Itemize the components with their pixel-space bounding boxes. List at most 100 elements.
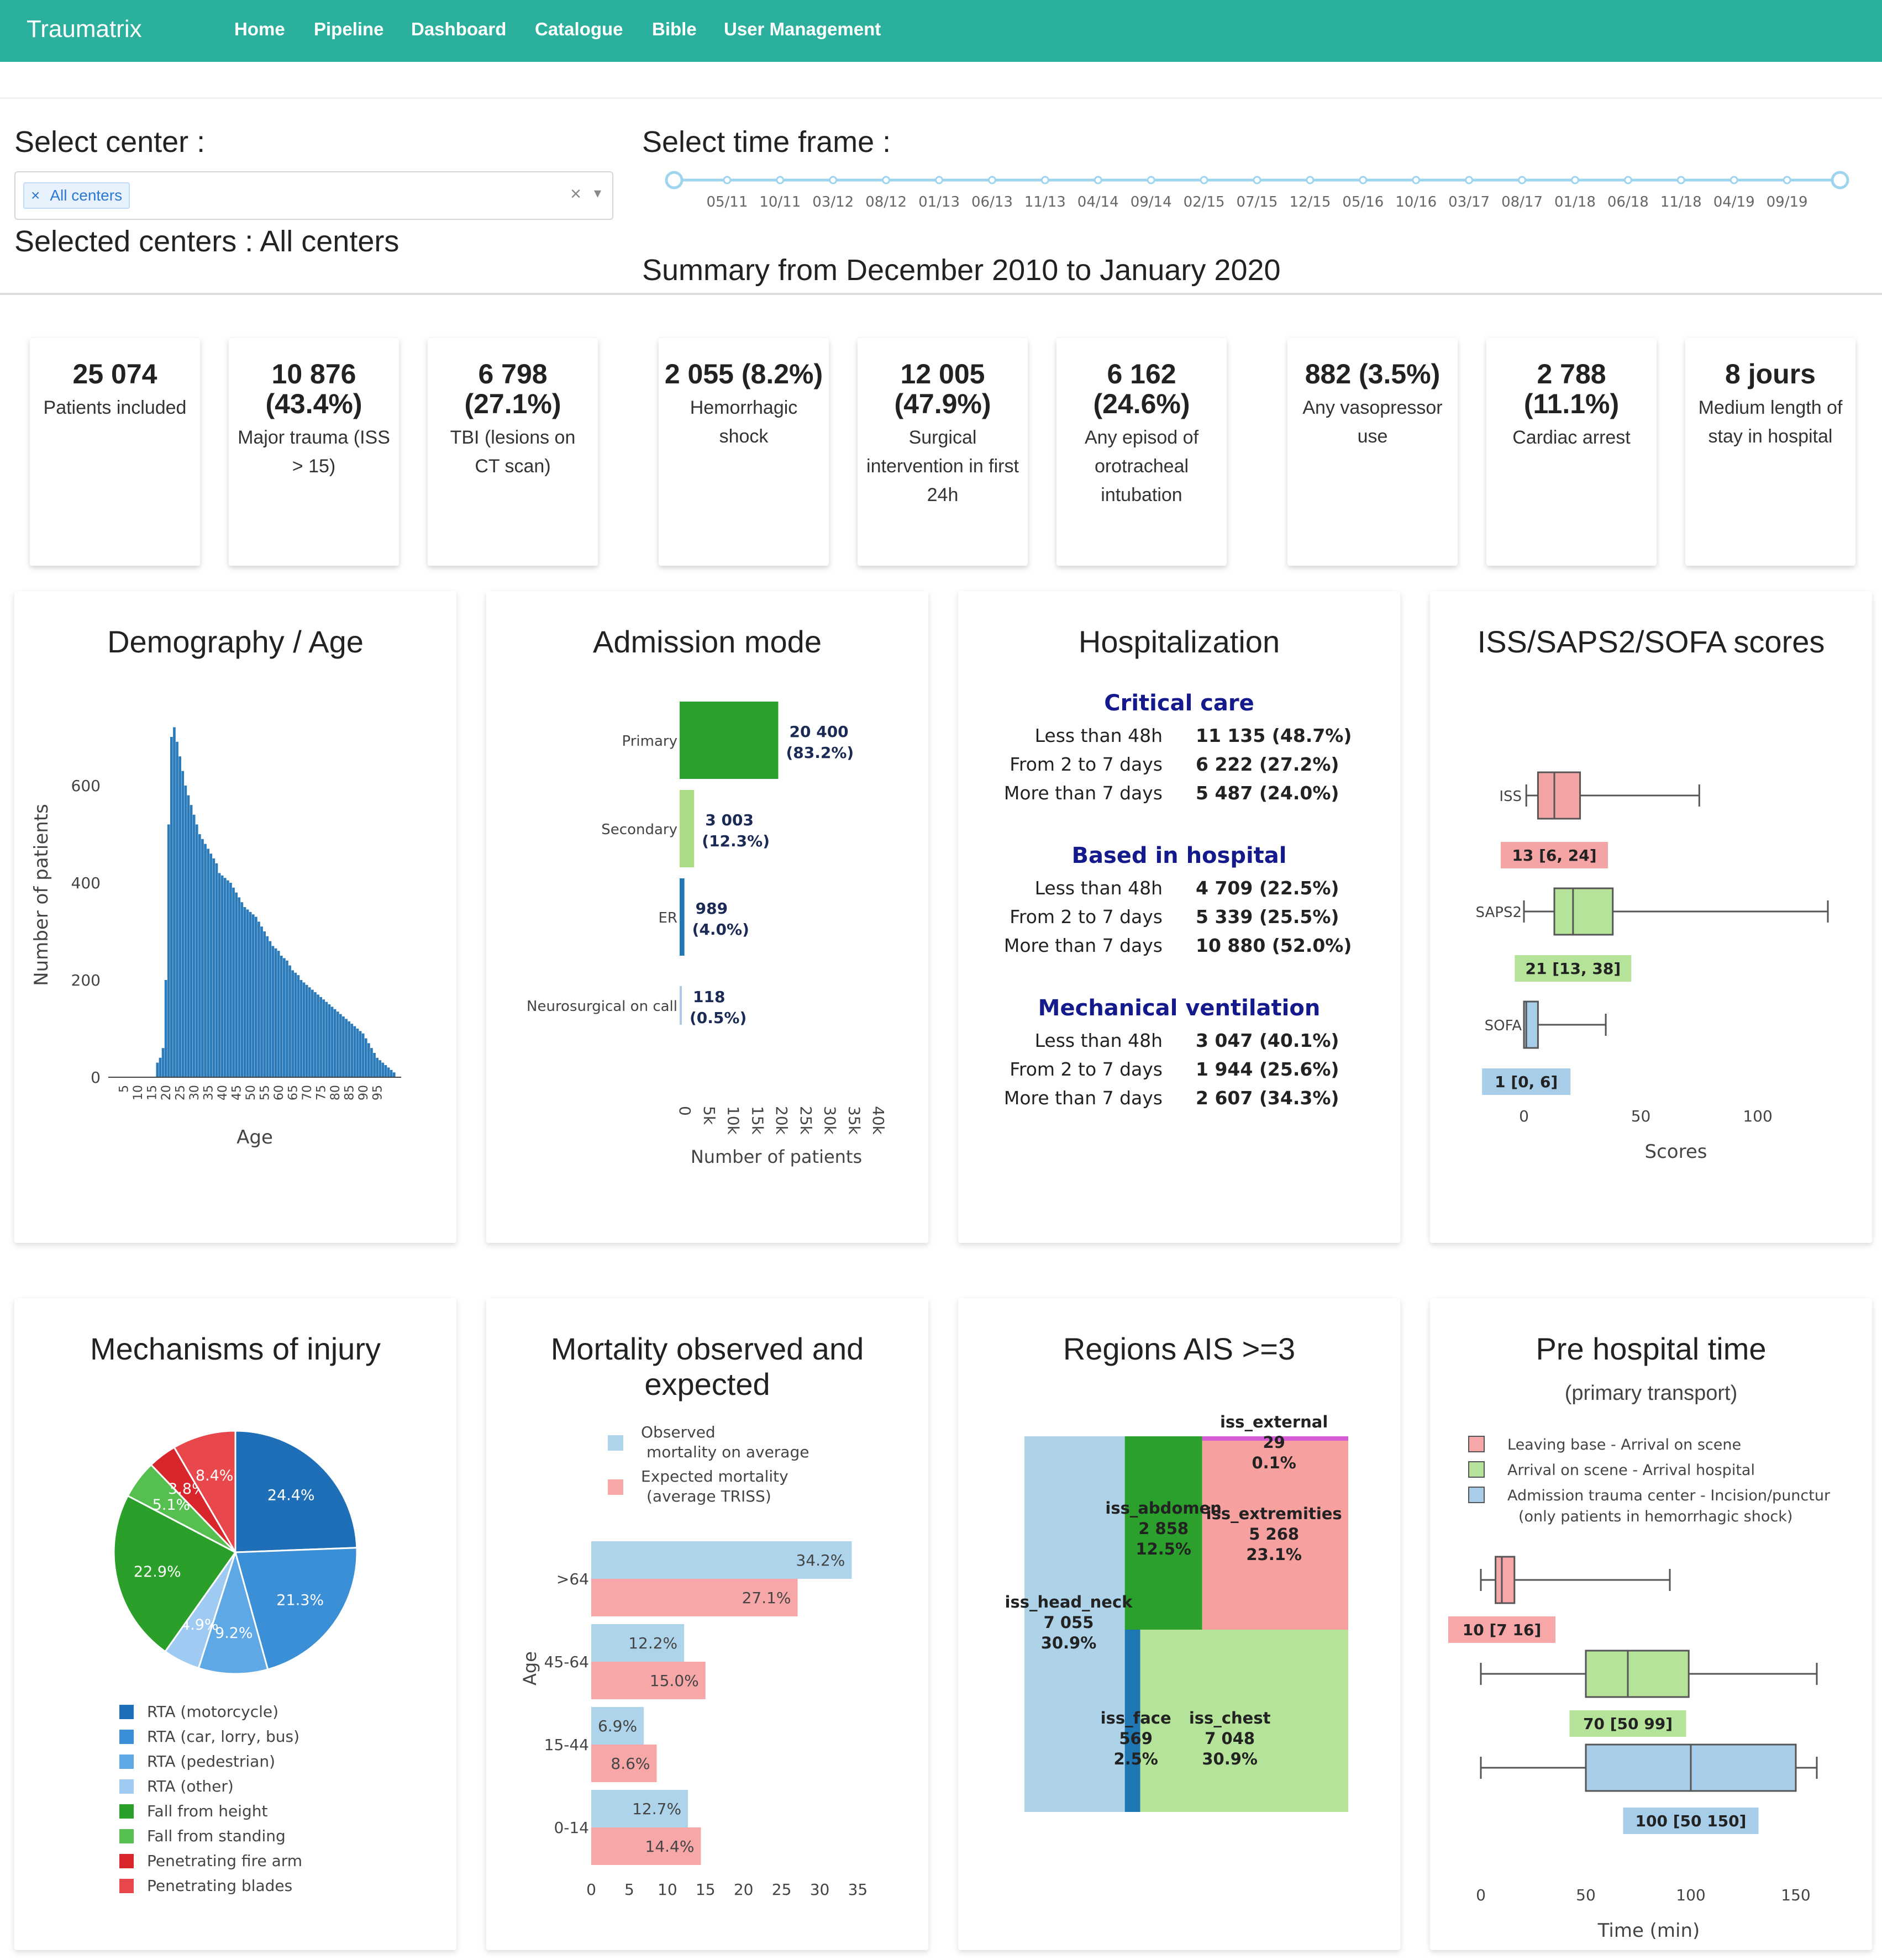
nav-catalogue[interactable]: Catalogue [535, 19, 623, 40]
treemap-label: 2.5% [1113, 1750, 1158, 1768]
x-tick-label: 85 [343, 1085, 357, 1100]
time-range-slider[interactable]: 05/11 10/11 03/12 08/12 01/13 06/13 11/13 04/14… [652, 160, 1857, 226]
category-label: 0-14 [554, 1819, 589, 1837]
histogram-bar [328, 1004, 331, 1077]
value-label: 118 [693, 988, 725, 1006]
panel-hospitalization: Hospitalization Critical care Less than 4… [958, 591, 1400, 1243]
x-tick-label: 10 [132, 1085, 145, 1100]
legend-swatch [119, 1829, 134, 1843]
hosp-row-value: 3 047 (40.1%) [1196, 1030, 1339, 1051]
hosp-section-heading: Critical care [1104, 691, 1254, 716]
nav-pipeline[interactable]: Pipeline [314, 19, 384, 40]
legend-label: Leaving base - Arrival on scene [1507, 1436, 1741, 1453]
panel-scores: ISS/SAPS2/SOFA scores ISS 13 [6, 24] SAPS2… [1430, 591, 1872, 1243]
x-tick-label: 5 [624, 1880, 634, 1899]
hosp-row-label: More than 7 days [1003, 935, 1163, 956]
histogram-bar [333, 1009, 337, 1077]
histogram-bar [280, 956, 283, 1077]
histogram-bar [198, 834, 201, 1077]
center-select[interactable]: × All centers × ▾ [14, 171, 613, 220]
box-iqr [1553, 887, 1614, 936]
stat-value: 25 074 [72, 359, 157, 389]
slider-handle-start[interactable] [665, 171, 684, 189]
legend-label: (only patients in hemorrhagic shock) [1518, 1508, 1792, 1525]
summary-badge: 100 [50 150] [1636, 1812, 1747, 1830]
histogram-bar [269, 941, 272, 1077]
legend-swatch [119, 1754, 134, 1769]
slider-tick-label: 01/13 [918, 194, 960, 210]
bar-value-label: 27.1% [742, 1589, 791, 1607]
slider-dot [935, 176, 944, 185]
panel-subtitle: (primary transport) [1564, 1382, 1738, 1405]
box-iqr [1495, 1556, 1516, 1604]
slider-dot [1040, 176, 1049, 185]
stat-value: 882 (3.5%) [1305, 359, 1441, 389]
slice-label: 8.4% [196, 1467, 234, 1484]
slider-dot [882, 176, 891, 185]
histogram-bar [249, 911, 252, 1077]
stat-label: Cardiac arrest [1512, 427, 1631, 448]
histogram-bar [215, 863, 218, 1077]
x-tick-label: 0 [1476, 1886, 1486, 1904]
histogram-bar [190, 805, 193, 1077]
histogram-bar [178, 756, 181, 1077]
category-label: 45-64 [544, 1653, 589, 1671]
histogram-bar [345, 1019, 348, 1077]
histogram-bar [311, 989, 314, 1077]
hosp-row-value: 5 487 (24.0%) [1196, 782, 1339, 804]
histogram-bar [238, 897, 241, 1077]
slider-tick-label: 10/11 [759, 194, 801, 210]
histogram-bar [308, 987, 311, 1077]
nav-user-management[interactable]: User Management [724, 19, 881, 40]
legend-label: RTA (other) [147, 1777, 234, 1795]
slider-dot [1623, 176, 1632, 185]
histogram-bar [392, 1072, 396, 1077]
slider-tick-label: 02/15 [1184, 194, 1225, 210]
stat-value: 6 162 (24.6%) [1093, 359, 1190, 419]
chevron-down-icon[interactable]: ▾ [594, 185, 601, 202]
hosp-section-heading: Mechanical ventilation [1038, 995, 1321, 1021]
slider-handle-end[interactable] [1831, 171, 1849, 189]
nav-dashboard[interactable]: Dashboard [411, 19, 506, 40]
legend-label: Penetrating blades [147, 1877, 292, 1895]
clear-icon[interactable]: × [570, 183, 581, 205]
legend-label: Penetrating fire arm [147, 1852, 302, 1870]
admission-bar [680, 878, 685, 956]
y-tick-label: 600 [71, 777, 101, 795]
y-axis-title: Number of patients [30, 804, 52, 986]
stat-label: Medium length of stay in hospital [1698, 397, 1843, 447]
slider-dot [1465, 176, 1474, 185]
treemap-label: 30.9% [1202, 1750, 1258, 1768]
histogram-bar [187, 795, 190, 1077]
histogram-bar [229, 883, 232, 1077]
bar-value-label: 34.2% [796, 1551, 845, 1569]
x-tick-label: 45 [230, 1085, 244, 1100]
nav-home[interactable]: Home [234, 19, 285, 40]
summary-badge: 13 [6, 24] [1512, 846, 1596, 865]
panel-title: Mechanisms of injury [90, 1331, 381, 1366]
histogram-bar [255, 916, 257, 1077]
histogram-bar [161, 1048, 165, 1077]
stat-card-major-trauma: 10 876 (43.4%) Major trauma (ISS > 15) [229, 338, 399, 566]
stat-card-intubation: 6 162 (24.6%) Any episod of orotracheal … [1056, 338, 1227, 566]
histogram-bar [223, 878, 227, 1077]
select-time-label: Select time frame : [642, 125, 891, 159]
slider-tick-label: 09/19 [1767, 194, 1808, 210]
slider-tick-label: 01/18 [1554, 194, 1596, 210]
panel-prehospital: Pre hospital time (primary transport) Le… [1430, 1298, 1872, 1950]
center-tag[interactable]: × All centers [23, 182, 130, 209]
slider-tick-label: 03/17 [1448, 194, 1490, 210]
hosp-row-label: Less than 48h [1034, 877, 1163, 899]
histogram-bar [220, 875, 224, 1077]
treemap-label: 569 [1119, 1729, 1153, 1748]
treemap-label: 29 [1263, 1433, 1285, 1452]
legend-label: RTA (car, lorry, bus) [147, 1727, 299, 1746]
brand-logo[interactable]: Traumatrix [27, 15, 142, 43]
nav-bible[interactable]: Bible [652, 19, 697, 40]
remove-tag-icon[interactable]: × [31, 187, 40, 204]
x-tick-label: 30 [188, 1085, 202, 1100]
slider-tick-label: 09/14 [1131, 194, 1172, 210]
treemap-label: 23.1% [1246, 1545, 1302, 1564]
stat-value: 2 055 (8.2%) [664, 359, 823, 389]
x-tick-label: 5k [700, 1106, 718, 1125]
